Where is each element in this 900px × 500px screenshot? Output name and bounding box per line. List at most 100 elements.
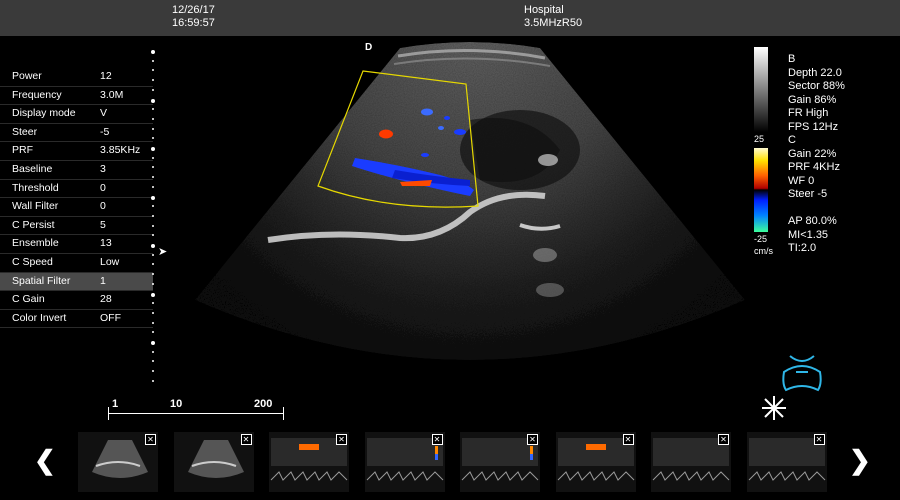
param-label: Power — [12, 70, 42, 82]
scale-label-200: 200 — [254, 398, 273, 410]
close-icon[interactable]: ✕ — [527, 434, 538, 445]
depth-markers — [151, 50, 158, 390]
param-value: 0 — [100, 181, 106, 194]
status-bar: 12/26/17 16:59:57 Hospital 3.5MHzR50 — [0, 0, 900, 36]
param-row[interactable]: C Gain 28 — [0, 291, 153, 310]
depth-dot — [152, 137, 154, 140]
probe-body-marker-icon[interactable] — [778, 352, 826, 394]
param-label: C Speed — [12, 255, 53, 268]
thumbnail[interactable]: ✕ — [746, 432, 827, 492]
close-icon[interactable]: ✕ — [718, 434, 729, 445]
thumbnail[interactable]: ✕ — [651, 432, 731, 492]
frame-rate-value: FR High — [788, 107, 829, 119]
param-row[interactable]: Spatial Filter 1 — [0, 272, 153, 292]
depth-dot — [152, 253, 154, 256]
param-value: OFF — [100, 311, 121, 324]
depth-dot — [152, 108, 154, 111]
c-gain-value: Gain 22% — [788, 147, 837, 160]
depth-dot — [151, 292, 155, 297]
thumbnail[interactable]: ✕ — [269, 432, 349, 492]
depth-dot — [152, 263, 154, 266]
b-gain-value: Gain 86% — [788, 93, 837, 106]
parameter-panel: Power 12 Frequency 3.0M Display mode V Steer -5… — [0, 68, 153, 329]
c-prf-value: PRF 4KHz — [788, 161, 840, 173]
param-label: Spatial Filter — [12, 274, 71, 287]
depth-dot — [152, 59, 154, 62]
param-value: 3.0M — [100, 88, 124, 101]
param-row[interactable]: Threshold 0 — [0, 180, 153, 199]
param-label: Frequency — [12, 88, 62, 101]
param-label: C Persist — [12, 218, 55, 231]
param-label: Wall Filter — [12, 200, 59, 213]
hospital-name: Hospital — [524, 4, 564, 16]
param-value: 3 — [100, 162, 106, 175]
depth-dot — [152, 302, 154, 305]
orientation-marker: D — [365, 42, 373, 53]
thumbnail[interactable]: ✕ — [78, 432, 158, 492]
b-mode-info: B Depth 22.0 Sector 88% Gain 86% FR High… — [788, 53, 845, 256]
focus-marker-icon[interactable]: ➤ — [158, 245, 167, 258]
close-icon[interactable]: ✕ — [813, 434, 825, 445]
param-row[interactable]: Ensemble 13 — [0, 235, 153, 254]
close-icon[interactable]: ✕ — [240, 434, 252, 445]
chevron-left-icon[interactable]: ❮ — [34, 446, 56, 474]
depth-dot — [152, 282, 154, 285]
colorbar-bottom-label: -25 — [754, 234, 768, 244]
thumbnail-strip: ✕ ✕ ✕ ✕ ✕ ✕ ✕ ✕ — [78, 432, 828, 492]
b-mode-label: B — [788, 53, 796, 65]
probe-name: 3.5MHzR50 — [524, 17, 583, 29]
mi-value: MI<1.35 — [788, 228, 829, 241]
param-row[interactable]: Baseline 3 — [0, 161, 153, 180]
scale-label-10: 10 — [170, 398, 183, 410]
fps-value: FPS 12Hz — [788, 120, 839, 133]
depth-dot — [152, 117, 154, 120]
param-row[interactable]: PRF 3.85KHz — [0, 142, 153, 161]
close-icon[interactable]: ✕ — [431, 434, 443, 445]
thumbnail[interactable]: ✕ — [173, 432, 254, 492]
depth-dot — [152, 273, 154, 276]
param-label: Threshold — [12, 181, 59, 194]
depth-dot — [152, 331, 154, 334]
param-label: PRF — [12, 144, 33, 157]
depth-dot — [152, 321, 154, 324]
sector-value: Sector 88% — [788, 80, 845, 92]
colorbar-unit: cm/s — [754, 246, 773, 256]
param-label: C Gain — [12, 293, 45, 306]
colorbar-top-label: 25 — [754, 134, 765, 144]
param-row[interactable]: C Persist 5 — [0, 217, 153, 236]
depth-dot — [152, 379, 154, 382]
param-value: 0 — [100, 200, 106, 213]
depth-dot — [152, 185, 154, 188]
param-row[interactable]: Steer -5 — [0, 124, 153, 143]
depth-dot — [152, 79, 154, 82]
param-row[interactable]: Color Invert OFF — [0, 310, 153, 329]
sector-fan — [195, 42, 745, 360]
close-icon[interactable]: ✕ — [336, 434, 347, 445]
param-row[interactable]: Power 12 — [0, 68, 153, 87]
thumbnail[interactable]: ✕ — [460, 432, 540, 492]
thumbnail[interactable]: ✕ — [555, 432, 636, 492]
close-icon[interactable]: ✕ — [145, 434, 156, 445]
depth-dot — [151, 244, 155, 248]
param-value: 12 — [100, 70, 112, 82]
param-row[interactable]: Frequency 3.0M — [0, 87, 153, 106]
depth-dot — [152, 234, 154, 237]
param-label: Color Invert — [12, 311, 67, 324]
chevron-right-icon[interactable]: ❯ — [849, 446, 871, 474]
thumbnail[interactable]: ✕ — [364, 432, 445, 492]
param-row[interactable]: Display mode V — [0, 105, 153, 124]
time-scale: 1 10 200 — [108, 398, 284, 422]
param-value: 3.85KHz — [100, 144, 141, 157]
param-row[interactable]: Wall Filter 0 — [0, 198, 153, 217]
depth-dot — [152, 127, 154, 130]
param-value: 1 — [100, 274, 106, 287]
hospital-info: Hospital 3.5MHzR50 — [524, 4, 582, 30]
depth-dot — [151, 50, 155, 54]
param-value: 5 — [100, 218, 106, 231]
snowflake-icon[interactable] — [760, 394, 788, 422]
depth-dot — [152, 88, 154, 91]
wall-filter-value: WF 0 — [788, 174, 815, 187]
close-icon[interactable]: ✕ — [622, 434, 634, 445]
param-label: Ensemble — [12, 237, 59, 250]
param-row[interactable]: C Speed Low — [0, 254, 153, 273]
